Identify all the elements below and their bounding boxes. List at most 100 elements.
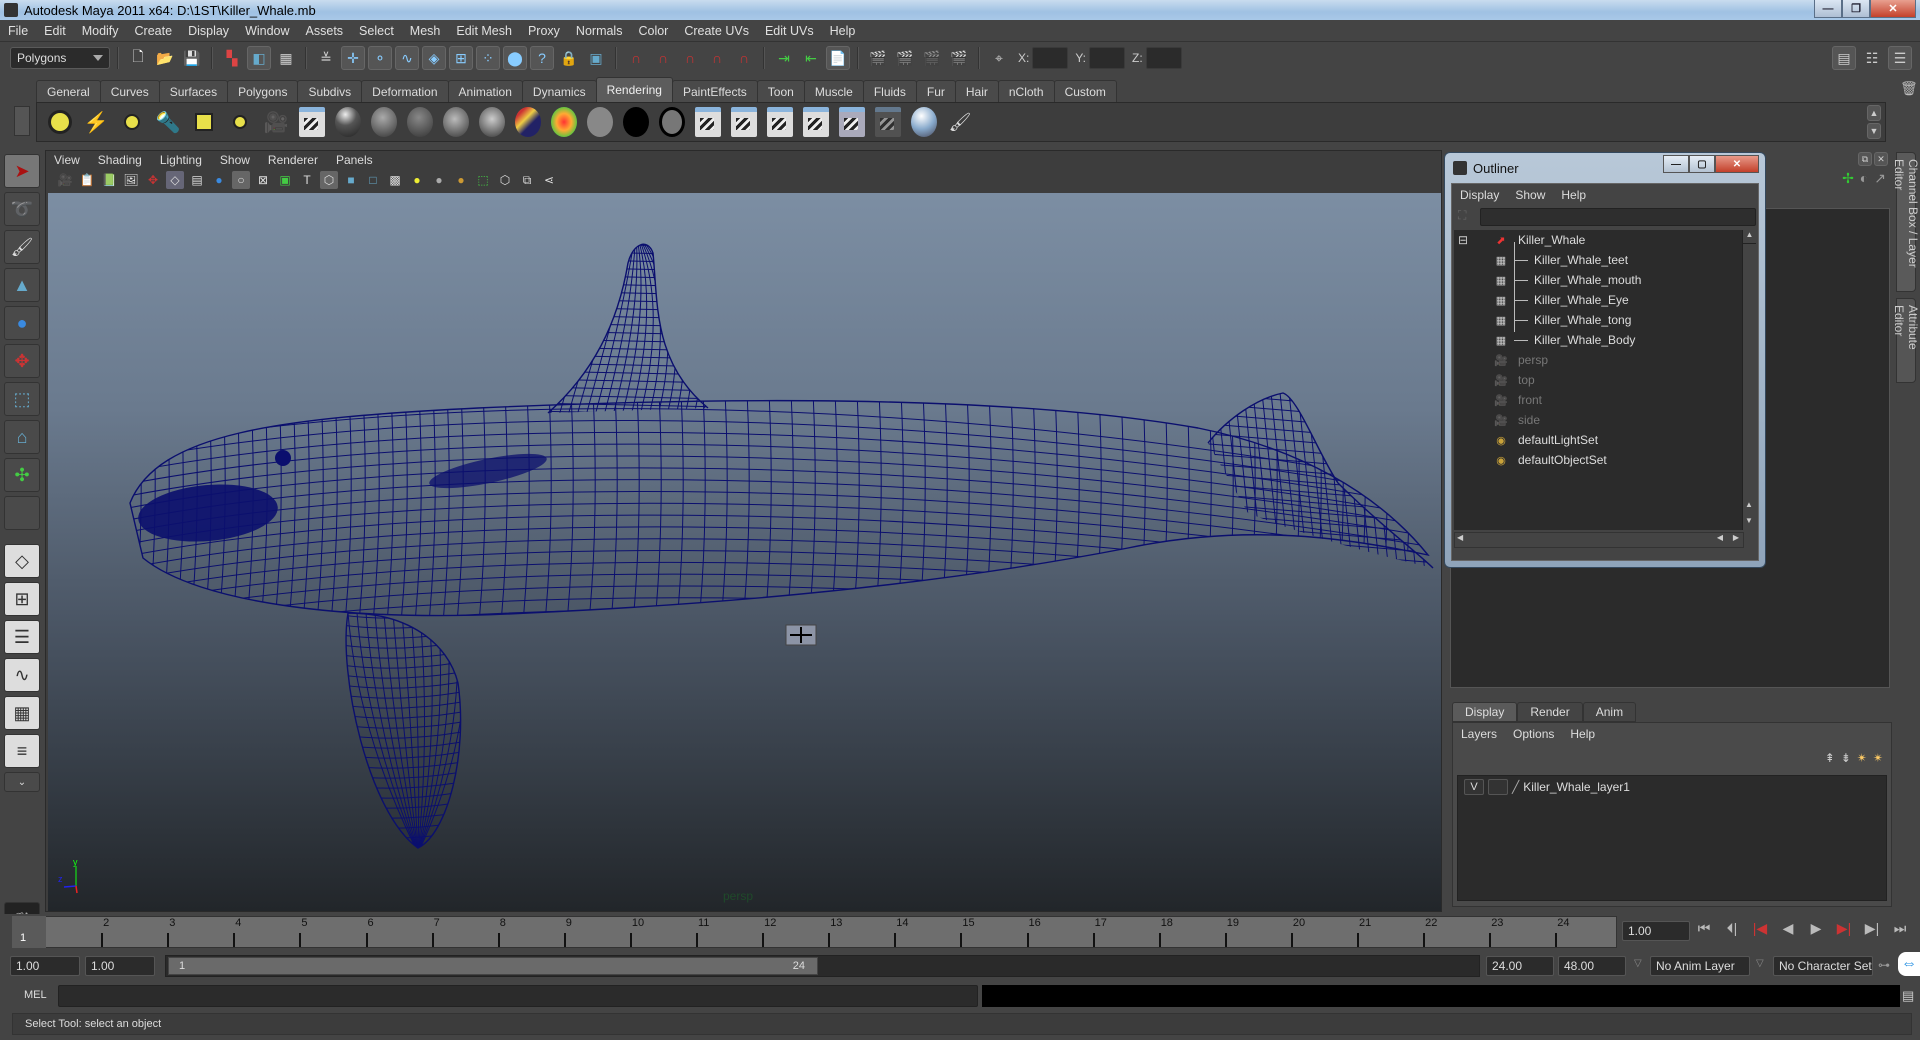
persp-outliner-layout[interactable]: ☰ xyxy=(4,620,40,654)
render-settings-icon[interactable] xyxy=(801,107,831,137)
safe-action-icon[interactable]: ▣ xyxy=(276,171,294,189)
play-forwards-icon[interactable]: ▶ xyxy=(1807,920,1825,937)
move-layer-up-icon[interactable]: ⇞ xyxy=(1825,751,1835,765)
field-chart-icon[interactable]: ⊠ xyxy=(254,171,272,189)
outliner-maximize-button[interactable]: ▢ xyxy=(1689,155,1715,173)
close-button[interactable]: ✕ xyxy=(1870,0,1916,18)
input-ops-icon[interactable]: ⇥ xyxy=(772,46,796,70)
outliner-menu-display[interactable]: Display xyxy=(1460,188,1499,202)
layer-menu-layers[interactable]: Layers xyxy=(1461,727,1497,741)
gate-mask-icon[interactable]: ○ xyxy=(232,171,250,189)
menu-modify[interactable]: Modify xyxy=(82,24,119,38)
viewport-menu-view[interactable]: View xyxy=(54,153,80,167)
outliner-item[interactable]: ▦ Killer_Whale_Eye xyxy=(1454,290,1744,310)
select-dynamics-icon[interactable]: ⁘ xyxy=(476,46,500,70)
use-background-icon[interactable] xyxy=(621,107,651,137)
shading-map-icon[interactable] xyxy=(657,107,687,137)
outliner-item-label[interactable]: Killer_Whale_teet xyxy=(1534,253,1628,267)
batch-render-icon[interactable] xyxy=(765,107,795,137)
lock-selection-icon[interactable]: 🔒 xyxy=(557,46,581,70)
layer-tab-display[interactable]: Display xyxy=(1452,702,1518,722)
layer-menu-options[interactable]: Options xyxy=(1513,727,1554,741)
viewport-menu-show[interactable]: Show xyxy=(220,153,250,167)
last-used-tool[interactable] xyxy=(4,496,40,530)
outliner-item-label[interactable]: side xyxy=(1518,413,1540,427)
shelf-tab-rendering[interactable]: Rendering xyxy=(595,77,673,102)
resolution-gate-icon[interactable]: ● xyxy=(210,171,228,189)
select-by-component-icon[interactable]: ▦ xyxy=(274,46,298,70)
viewport-menu-shading[interactable]: Shading xyxy=(98,153,142,167)
z-field[interactable] xyxy=(1145,47,1182,69)
select-by-hierarchy-icon[interactable]: ▚ xyxy=(220,46,244,70)
outliner-item[interactable]: ▦ Killer_Whale_tong xyxy=(1454,310,1744,330)
step-back-key-icon[interactable]: ⏴| xyxy=(1723,920,1741,937)
image-plane-icon[interactable]: 🖼 xyxy=(122,171,140,189)
new-empty-layer-icon[interactable]: ✴ xyxy=(1857,751,1867,765)
menu-select[interactable]: Select xyxy=(359,24,394,38)
attribute-editor-toggle-icon[interactable]: ▤ xyxy=(1832,46,1856,70)
hypershade-persp-layout[interactable]: ▦ xyxy=(4,696,40,730)
collapse-toggle-icon[interactable]: ⊟ xyxy=(1458,233,1468,247)
paint-select-tool[interactable]: 🖌 xyxy=(4,230,40,264)
outliner-item-label[interactable]: Killer_Whale_Body xyxy=(1534,333,1635,347)
construction-history-icon[interactable]: 📄 xyxy=(826,46,850,70)
output-ops-icon[interactable]: ⇤ xyxy=(799,46,823,70)
shelf-tab-painteffects[interactable]: PaintEffects xyxy=(671,80,758,102)
outliner-item[interactable]: ▦ Killer_Whale_teet xyxy=(1454,250,1744,270)
xray-joints-icon[interactable]: ⧉ xyxy=(518,171,536,189)
new-scene-icon[interactable]: 🗋 xyxy=(126,46,150,70)
scroll-left-icon[interactable]: ◀ xyxy=(1457,533,1463,542)
step-forward-key-icon[interactable]: ▶| xyxy=(1863,920,1881,937)
outliner-item[interactable]: ◉ defaultLightSet xyxy=(1454,430,1744,450)
snap-to-point-icon[interactable]: ∩ xyxy=(678,46,702,70)
ipr-render-icon[interactable]: 🎬 xyxy=(920,46,944,70)
menu-proxy[interactable]: Proxy xyxy=(528,24,560,38)
shelf-menu-button[interactable] xyxy=(14,106,30,136)
shelf-tab-fur[interactable]: Fur xyxy=(915,80,956,102)
ipr-render-icon[interactable] xyxy=(729,107,759,137)
scroll-up-icon[interactable]: ▲ xyxy=(1743,230,1756,244)
range-slider-thumb[interactable]: 1 24 xyxy=(168,957,818,975)
layer-menu-help[interactable]: Help xyxy=(1570,727,1595,741)
menu-normals[interactable]: Normals xyxy=(576,24,623,38)
shelf-tab-hair[interactable]: Hair xyxy=(954,80,999,102)
xray-icon[interactable]: ⬡ xyxy=(496,171,514,189)
menu-color[interactable]: Color xyxy=(638,24,668,38)
new-layer-from-selected-icon[interactable]: ✴ xyxy=(1873,751,1883,765)
snap-to-view-plane-icon[interactable]: ∩ xyxy=(705,46,729,70)
outliner-item-label[interactable]: defaultObjectSet xyxy=(1518,453,1607,467)
scale-tool[interactable]: ✥ xyxy=(4,344,40,378)
layer-visibility-toggle[interactable]: V xyxy=(1464,779,1484,795)
outliner-close-button[interactable]: ✕ xyxy=(1715,155,1759,173)
lambert-material-icon[interactable] xyxy=(369,107,399,137)
share-icon[interactable]: ⋖ xyxy=(540,171,558,189)
use-all-lights-icon[interactable]: ● xyxy=(408,171,426,189)
lasso-tool[interactable]: ➰ xyxy=(4,192,40,226)
menu-edit[interactable]: Edit xyxy=(44,24,66,38)
manipulator-axes-icon[interactable]: ✢ xyxy=(1842,170,1854,187)
camera-attributes-icon[interactable]: 📋 xyxy=(78,171,96,189)
outliner-item[interactable]: ▦ Killer_Whale_Body xyxy=(1454,330,1744,350)
shelf-tab-fluids[interactable]: Fluids xyxy=(862,80,917,102)
outliner-item-label[interactable]: Killer_Whale_Eye xyxy=(1534,293,1629,307)
current-time-field[interactable]: 1.00 xyxy=(1622,921,1690,941)
make-live-icon[interactable]: ∩ xyxy=(732,46,756,70)
shelf-tab-muscle[interactable]: Muscle xyxy=(803,80,864,102)
safe-title-icon[interactable]: T xyxy=(298,171,316,189)
maximize-button[interactable]: ❐ xyxy=(1842,0,1870,18)
outliner-item-label[interactable]: top xyxy=(1518,373,1535,387)
menuset-dropdown[interactable]: Polygons xyxy=(10,47,110,69)
soft-modification-tool[interactable]: ⌂ xyxy=(4,420,40,454)
render-settings-icon[interactable]: 🎬 xyxy=(947,46,971,70)
spot-light-icon[interactable]: 🔦 xyxy=(153,107,183,137)
layer-tab-anim[interactable]: Anim xyxy=(1582,702,1637,722)
outliner-item-label[interactable]: Killer_Whale_tong xyxy=(1534,313,1631,327)
outliner-item[interactable]: 🎥 front xyxy=(1454,390,1744,410)
single-perspective-layout[interactable]: ◇ xyxy=(4,544,40,578)
outliner-item[interactable]: ◉ defaultObjectSet xyxy=(1454,450,1744,470)
step-forward-frame-icon[interactable]: ▶| xyxy=(1835,920,1853,937)
killer-whale-wireframe[interactable] xyxy=(48,193,1441,911)
script-editor-icon[interactable]: ▤ xyxy=(1902,988,1914,1004)
perspective-viewport[interactable]: View Shading Lighting Show Renderer Panels 🎥 … xyxy=(45,150,1442,912)
select-by-object-icon[interactable]: ◧ xyxy=(247,46,271,70)
